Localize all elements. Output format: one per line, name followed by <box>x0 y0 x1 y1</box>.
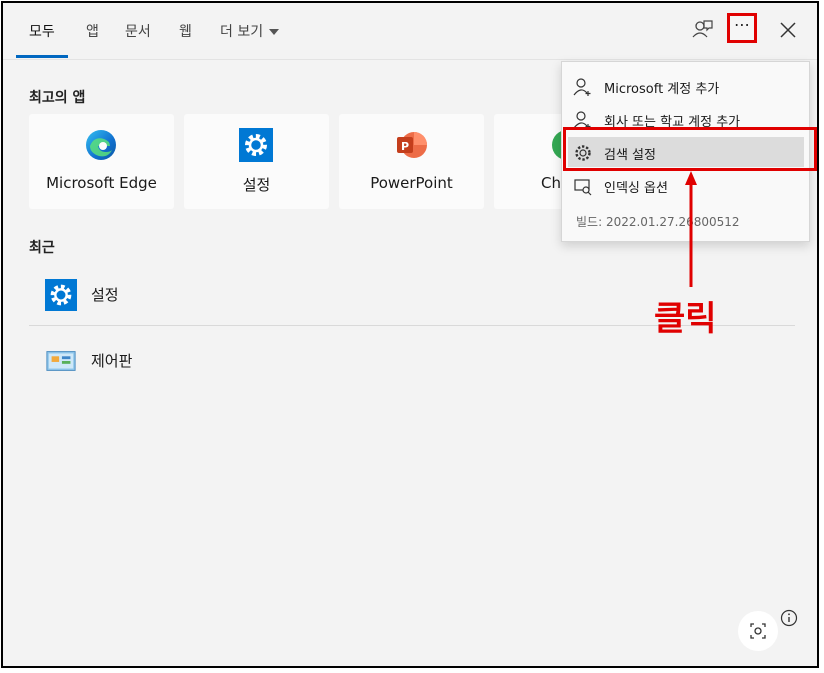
screenshot-search-button[interactable] <box>738 611 778 651</box>
build-version: 빌드: 2022.01.27.26800512 <box>576 215 740 229</box>
powerpoint-icon: P <box>397 132 427 158</box>
search-window: 모두 앱 문서 웹 더 보기 ⋯ 최고의 앱 Microsoft Edge 설정… <box>1 1 819 668</box>
tab-documents[interactable]: 문서 <box>125 21 151 41</box>
annotation-click-label: 클릭 <box>654 299 717 339</box>
info-icon[interactable] <box>780 609 798 627</box>
feedback-icon[interactable] <box>689 17 715 43</box>
person-add-icon <box>573 111 591 129</box>
tab-more-label: 더 보기 <box>220 24 264 40</box>
menu-item-add-microsoft-account[interactable]: Microsoft 계정 추가 <box>568 71 804 101</box>
svg-text:P: P <box>401 140 409 153</box>
app-label: PowerPoint <box>370 174 453 192</box>
tab-all[interactable]: 모두 <box>29 21 55 41</box>
menu-item-add-work-account[interactable]: 회사 또는 학교 계정 추가 <box>568 104 804 134</box>
settings-gear-icon <box>239 128 273 162</box>
app-label: 설정 <box>242 176 271 194</box>
caret-down-icon <box>269 29 280 35</box>
app-tile-settings[interactable]: 설정 <box>184 114 329 209</box>
camera-scan-icon <box>750 623 766 639</box>
recent-item-label: 설정 <box>91 286 119 304</box>
menu-item-label: 회사 또는 학교 계정 추가 <box>604 115 741 130</box>
person-add-icon <box>573 78 591 96</box>
annotation-arrow-icon <box>685 171 697 287</box>
recent-item-label: 제어판 <box>91 352 133 370</box>
tab-bar: 모두 앱 문서 웹 더 보기 ⋯ <box>3 3 817 60</box>
app-tile-chrome[interactable]: Chr <box>494 114 564 209</box>
tab-apps[interactable]: 앱 <box>86 21 99 41</box>
control-panel-icon <box>46 351 76 371</box>
top-apps-heading: 최고의 앱 <box>29 90 86 106</box>
active-tab-indicator <box>16 55 68 58</box>
gear-icon <box>575 145 591 161</box>
menu-item-label: 인덱싱 옵션 <box>604 181 668 196</box>
more-options-button[interactable]: ⋯ <box>727 13 757 43</box>
settings-gear-icon <box>45 279 77 311</box>
app-label: Microsoft Edge <box>46 174 157 192</box>
menu-item-search-settings[interactable]: 검색 설정 <box>568 137 804 167</box>
close-icon[interactable] <box>775 17 801 43</box>
edge-icon <box>86 130 116 160</box>
indexing-icon <box>574 179 592 196</box>
tab-web[interactable]: 웹 <box>179 21 192 41</box>
menu-item-label: 검색 설정 <box>604 148 656 163</box>
tab-more[interactable]: 더 보기 <box>220 21 280 41</box>
app-tile-edge[interactable]: Microsoft Edge <box>29 114 174 209</box>
app-tile-powerpoint[interactable]: P PowerPoint <box>339 114 484 209</box>
menu-item-label: Microsoft 계정 추가 <box>604 82 720 97</box>
recent-heading: 최근 <box>29 240 55 256</box>
